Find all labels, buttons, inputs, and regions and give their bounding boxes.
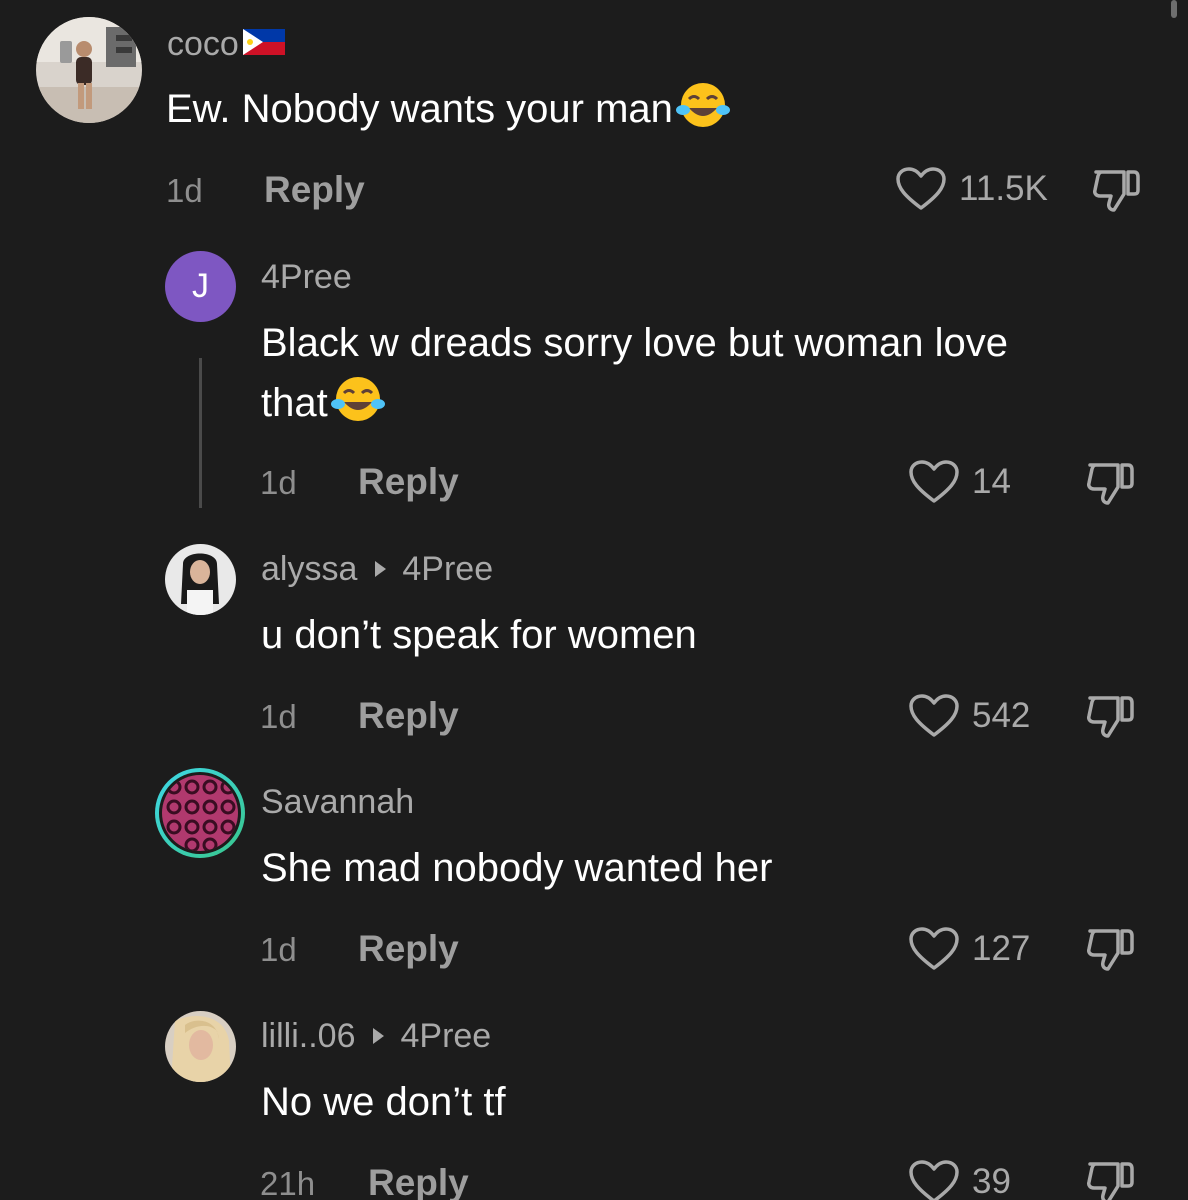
dislike-button[interactable] bbox=[1084, 459, 1136, 514]
like-button[interactable]: 127 bbox=[908, 924, 1030, 974]
comment-text: u don’t speak for women bbox=[261, 613, 697, 657]
avatar-savannah[interactable] bbox=[152, 765, 248, 861]
username-text: coco bbox=[167, 25, 239, 63]
thumbs-down-icon bbox=[1087, 1162, 1134, 1200]
heart-icon bbox=[909, 694, 959, 737]
like-button[interactable]: 14 bbox=[908, 457, 1011, 507]
like-button[interactable]: 39 bbox=[908, 1157, 1011, 1200]
comment-text: that bbox=[261, 381, 328, 425]
comment-text-coco: Ew. Nobody wants your man bbox=[166, 80, 731, 146]
thumbs-down-icon bbox=[1087, 696, 1134, 738]
heart-icon bbox=[909, 460, 959, 503]
avatar-coco[interactable] bbox=[36, 17, 142, 123]
laughing-emoji-icon bbox=[330, 374, 386, 440]
dislike-button[interactable] bbox=[1090, 166, 1142, 221]
like-count: 14 bbox=[972, 462, 1011, 501]
like-button[interactable]: 542 bbox=[908, 691, 1030, 741]
thumbs-down-icon bbox=[1093, 170, 1140, 212]
comment-text: She mad nobody wanted her bbox=[261, 846, 773, 890]
timestamp: 1d bbox=[260, 931, 297, 968]
philippines-flag-icon bbox=[242, 24, 285, 64]
reply-button[interactable]: Reply bbox=[358, 696, 459, 736]
comment-text-alyssa: u don’t speak for women bbox=[261, 606, 697, 664]
dislike-button[interactable] bbox=[1084, 1158, 1136, 1200]
replying-to-username[interactable]: 4Pree bbox=[400, 1016, 491, 1056]
avatar-photo-icon bbox=[165, 544, 236, 615]
avatar-letter: J bbox=[192, 267, 209, 305]
username-savannah[interactable]: Savannah bbox=[261, 782, 414, 822]
timestamp: 21h bbox=[260, 1165, 316, 1200]
comments-screen: coco Ew. Nobody wants your man 1d Reply bbox=[0, 0, 1188, 1200]
reply-button[interactable]: Reply bbox=[358, 462, 459, 502]
comment-text-4pree-line2: that bbox=[261, 374, 386, 440]
reply-arrow-icon bbox=[375, 561, 387, 577]
avatar-alyssa[interactable] bbox=[165, 544, 236, 615]
heart-icon bbox=[909, 1160, 959, 1200]
reply-button[interactable]: Reply bbox=[264, 170, 365, 210]
dislike-button[interactable] bbox=[1084, 692, 1136, 747]
dislike-button[interactable] bbox=[1084, 925, 1136, 980]
username-lilli[interactable]: lilli..06 4Pree bbox=[261, 1016, 491, 1056]
scrollbar[interactable] bbox=[1171, 0, 1177, 18]
thread-line bbox=[199, 358, 202, 508]
timestamp: 1d bbox=[260, 464, 297, 501]
thumbs-down-icon bbox=[1087, 929, 1134, 971]
username-text: 4Pree bbox=[261, 258, 352, 296]
avatar-photo-icon bbox=[165, 1011, 236, 1082]
heart-icon bbox=[909, 927, 959, 970]
reply-arrow-icon bbox=[373, 1028, 385, 1044]
like-count: 39 bbox=[972, 1162, 1011, 1200]
avatar-4pree[interactable]: J bbox=[165, 251, 236, 322]
avatar-lilli[interactable] bbox=[165, 1011, 236, 1082]
laughing-emoji-icon bbox=[675, 80, 731, 146]
comment-text: Black w dreads sorry love but woman love bbox=[261, 321, 1008, 365]
comment-text-4pree-line1: Black w dreads sorry love but woman love bbox=[261, 314, 1008, 372]
username-4pree[interactable]: 4Pree bbox=[261, 257, 352, 297]
thumbs-down-icon bbox=[1087, 463, 1134, 505]
username-text: lilli..06 bbox=[261, 1017, 356, 1055]
reply-button[interactable]: Reply bbox=[358, 929, 459, 969]
reply-button[interactable]: Reply bbox=[368, 1163, 469, 1200]
username-coco[interactable]: coco bbox=[167, 24, 285, 64]
username-text: alyssa bbox=[261, 550, 358, 588]
avatar-story-ring-icon bbox=[155, 768, 245, 858]
comment-text: No we don’t tf bbox=[261, 1080, 506, 1124]
comment-text-lilli: No we don’t tf bbox=[261, 1073, 506, 1131]
username-text: Savannah bbox=[261, 783, 415, 821]
comment-text: Ew. Nobody wants your man bbox=[166, 87, 673, 131]
username-alyssa[interactable]: alyssa 4Pree bbox=[261, 549, 493, 589]
avatar-photo-icon bbox=[36, 17, 142, 123]
comment-text-savannah: She mad nobody wanted her bbox=[261, 839, 772, 897]
like-count: 542 bbox=[972, 696, 1031, 735]
replying-to-username[interactable]: 4Pree bbox=[402, 549, 493, 589]
timestamp: 1d bbox=[166, 172, 203, 209]
timestamp: 1d bbox=[260, 698, 297, 735]
like-count: 127 bbox=[972, 929, 1031, 968]
like-button[interactable]: 11.5K bbox=[895, 164, 1048, 214]
heart-icon bbox=[896, 167, 946, 210]
like-count: 11.5K bbox=[959, 169, 1048, 208]
